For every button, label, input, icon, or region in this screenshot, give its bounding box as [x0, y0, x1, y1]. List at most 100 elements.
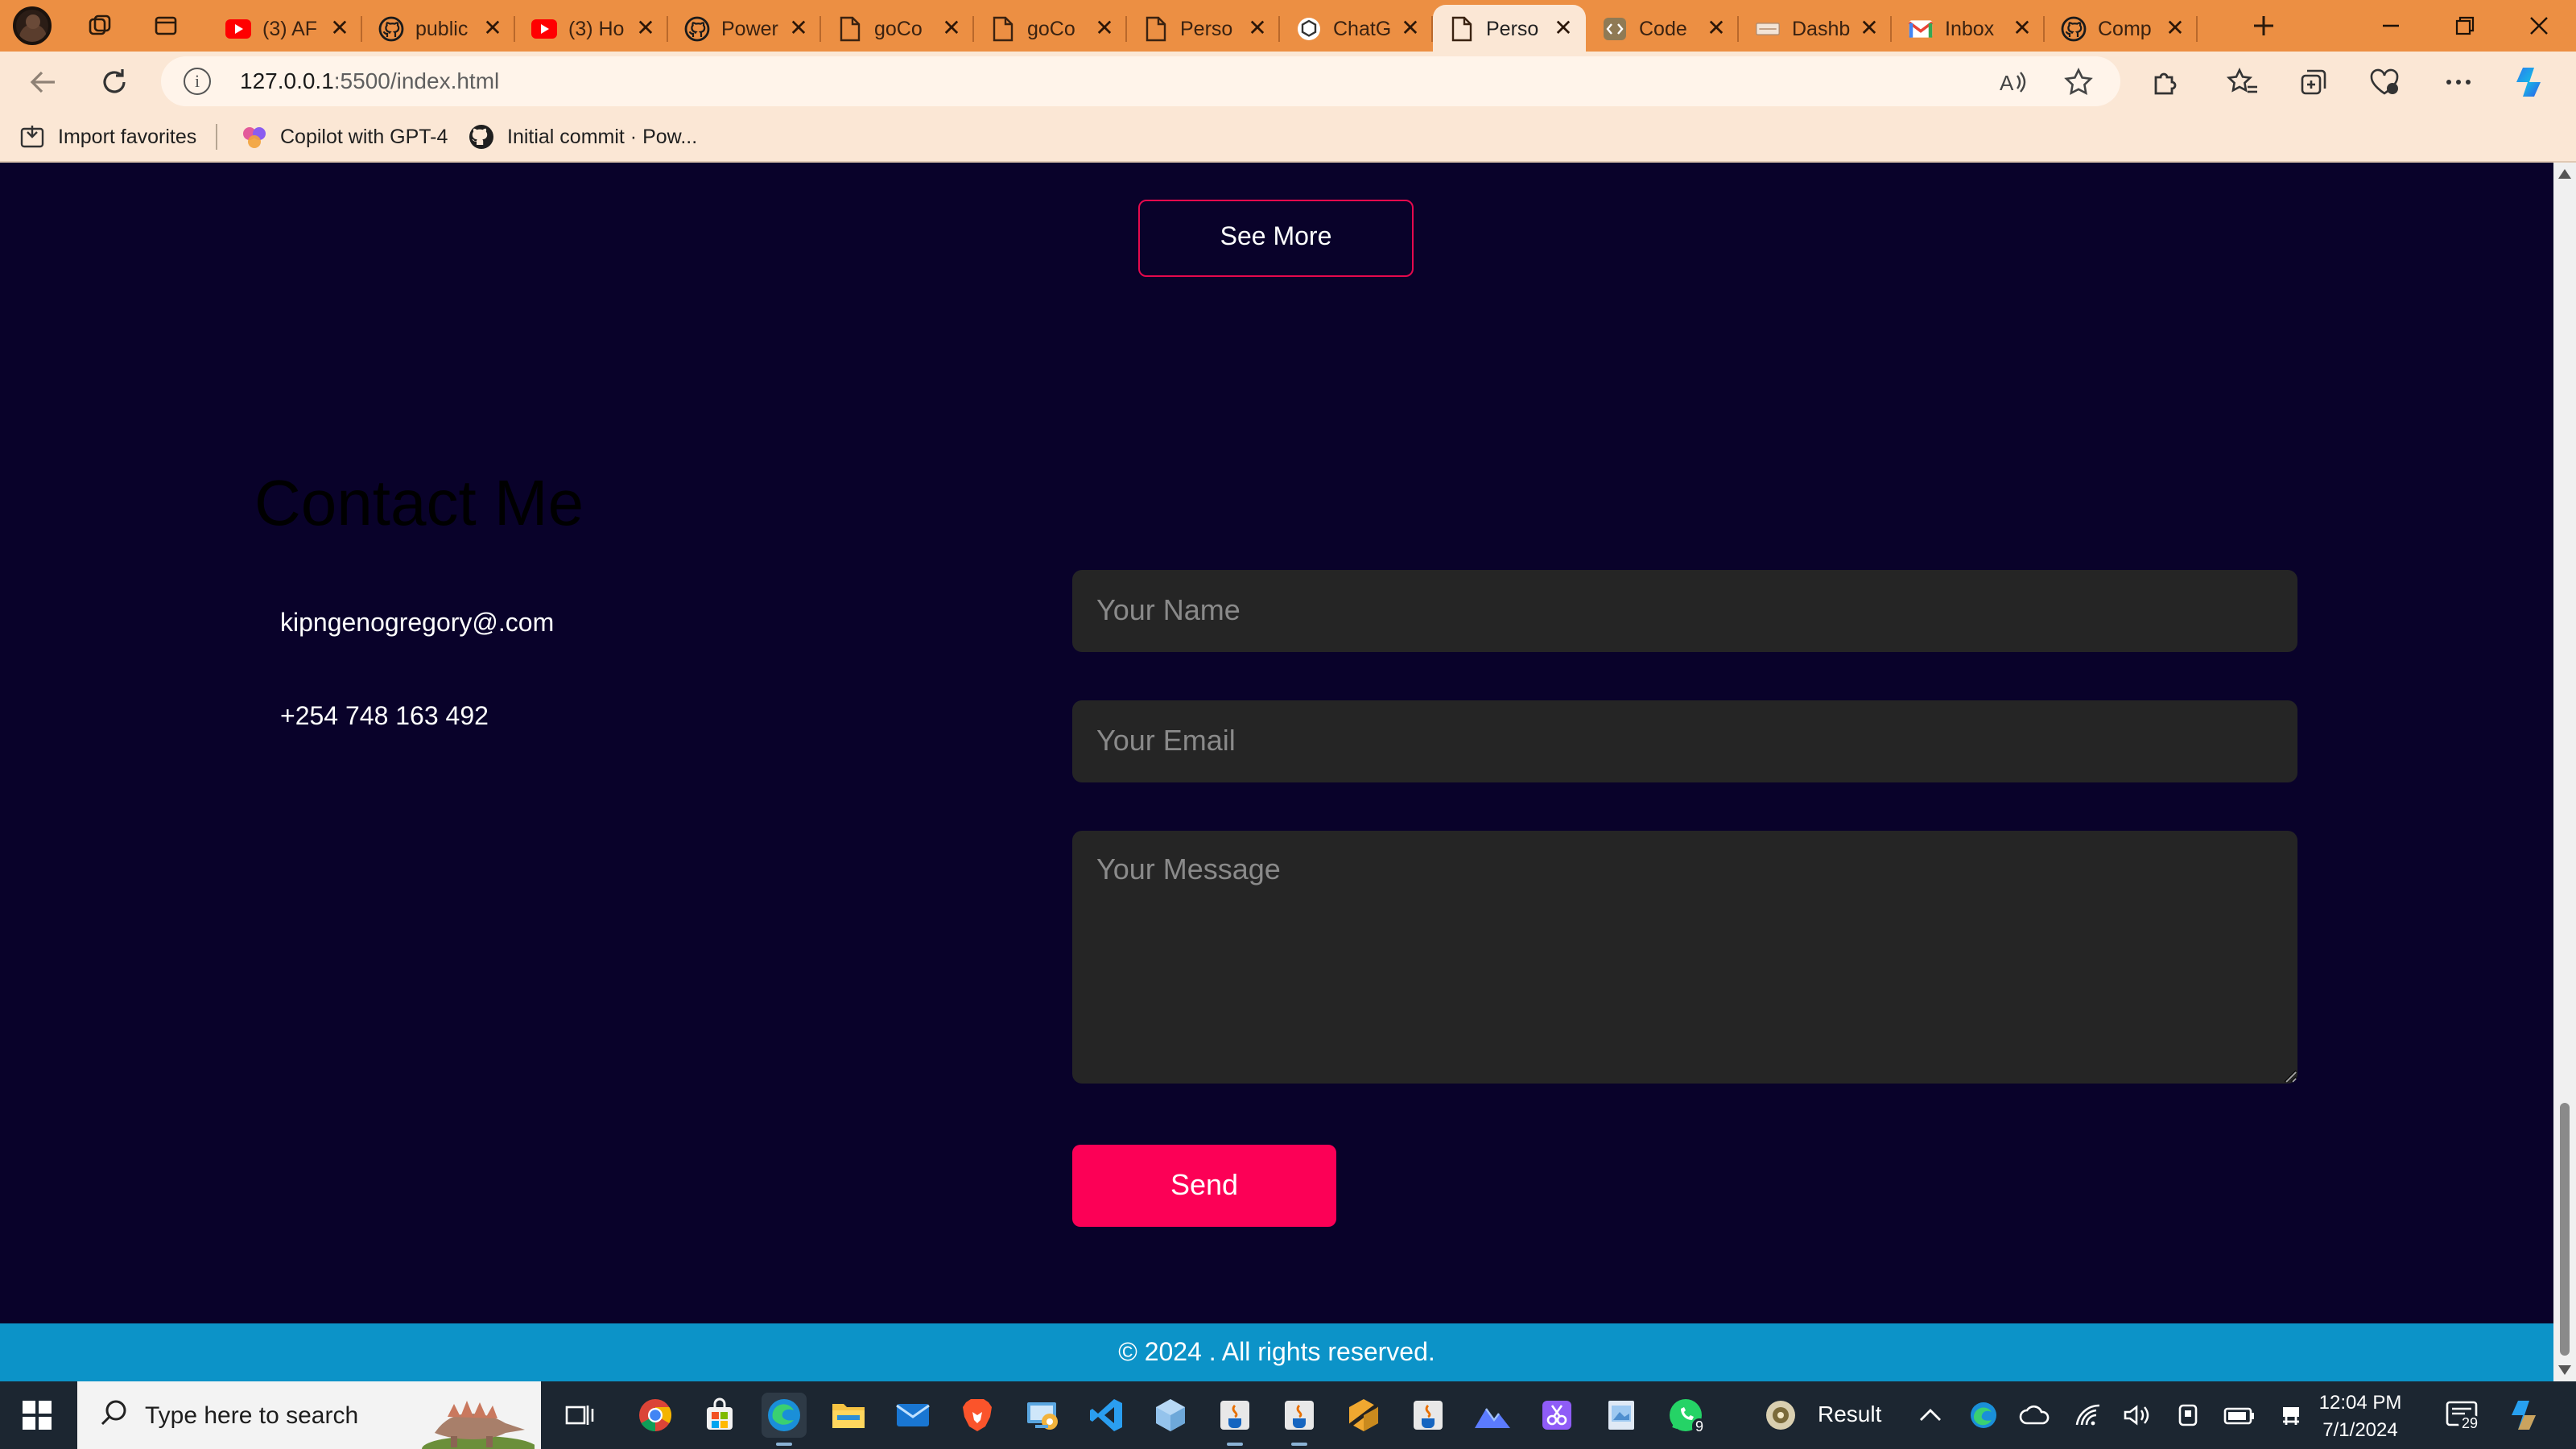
workspaces-icon[interactable]	[80, 6, 119, 45]
close-tab-icon[interactable]: ✕	[1397, 14, 1423, 42]
address-bar[interactable]: i 127.0.0.1:5500/index.html A	[161, 56, 2120, 106]
svg-text:A: A	[2000, 71, 2014, 95]
start-button[interactable]	[23, 1401, 52, 1430]
photos-icon[interactable]	[1470, 1393, 1515, 1438]
restore-button[interactable]	[2428, 0, 2502, 52]
volume-icon[interactable]	[2114, 1393, 2159, 1438]
send-button[interactable]: Send	[1072, 1145, 1336, 1227]
mail-icon[interactable]	[890, 1393, 935, 1438]
edge-icon[interactable]	[762, 1393, 807, 1446]
close-tab-icon[interactable]: ✕	[786, 14, 811, 42]
tab-label: Inbox	[1945, 17, 1995, 39]
paint-icon[interactable]	[1599, 1393, 1644, 1438]
close-tab-icon[interactable]: ✕	[633, 14, 658, 42]
task-view-icon[interactable]	[557, 1393, 602, 1438]
browser-tab[interactable]: Dashb ✕	[1739, 5, 1892, 52]
copilot-taskbar-icon[interactable]	[2502, 1393, 2547, 1438]
edge-tray-icon[interactable]	[1961, 1393, 2006, 1438]
browser-tab[interactable]: Inbox ✕	[1892, 5, 2045, 52]
3d-viewer-icon[interactable]	[1148, 1393, 1193, 1438]
file-explorer-icon[interactable]	[826, 1393, 871, 1438]
close-tab-icon[interactable]: ✕	[1550, 14, 1576, 42]
email-input[interactable]	[1072, 700, 2297, 782]
close-tab-icon[interactable]: ✕	[939, 14, 964, 42]
initial-commit-label: Initial commit · Pow...	[507, 126, 698, 148]
close-tab-icon[interactable]: ✕	[1856, 14, 1882, 42]
initial-commit-link[interactable]: Initial commit · Pow...	[469, 121, 697, 153]
close-tab-icon[interactable]: ✕	[1092, 14, 1117, 42]
close-tab-icon[interactable]: ✕	[2009, 14, 2035, 42]
browser-tab[interactable]: goCo ✕	[821, 5, 974, 52]
java-icon-2[interactable]	[1277, 1393, 1322, 1446]
clock-time: 12:04 PM	[2318, 1391, 2402, 1414]
scrollbar-thumb[interactable]	[2560, 1103, 2570, 1356]
browser-tab[interactable]: goCo ✕	[974, 5, 1127, 52]
chrome-icon[interactable]	[633, 1393, 678, 1438]
onedrive-icon[interactable]	[2013, 1393, 2058, 1438]
browser-essentials-icon[interactable]	[2363, 61, 2405, 103]
code-icon	[1602, 15, 1628, 41]
close-tab-icon[interactable]: ✕	[327, 14, 353, 42]
brave-icon[interactable]	[955, 1393, 1000, 1438]
browser-tab[interactable]: public ✕	[362, 5, 515, 52]
running-indicator	[1227, 1443, 1243, 1446]
favorites-icon[interactable]	[2222, 61, 2264, 103]
browser-tab[interactable]: Comp ✕	[2045, 5, 2198, 52]
browser-tab[interactable]: Code ✕	[1586, 5, 1739, 52]
close-tab-icon[interactable]: ✕	[1245, 14, 1270, 42]
vscode-icon[interactable]	[1084, 1393, 1129, 1438]
close-tab-icon[interactable]: ✕	[1703, 14, 1729, 42]
scroll-down-icon[interactable]	[2558, 1365, 2571, 1375]
browser-tab-active[interactable]: Perso ✕	[1433, 5, 1586, 52]
java-icon-1[interactable]	[1212, 1393, 1257, 1446]
close-window-button[interactable]	[2502, 0, 2576, 52]
see-more-button[interactable]: See More	[1138, 200, 1414, 277]
extensions-icon[interactable]	[2145, 61, 2186, 103]
meet-now-icon[interactable]	[2165, 1393, 2211, 1438]
wifi-icon[interactable]	[2066, 1393, 2111, 1438]
copilot-favorite-link[interactable]: Copilot with GPT-4	[242, 121, 448, 153]
microsoft-store-icon[interactable]	[697, 1393, 742, 1438]
browser-tab[interactable]: (3) AF ✕	[209, 5, 362, 52]
import-favorites-link[interactable]: Import favorites	[19, 121, 196, 153]
favorite-star-icon[interactable]	[2058, 61, 2099, 103]
scroll-up-icon[interactable]	[2558, 169, 2571, 179]
whatsapp-icon[interactable]: 9	[1663, 1393, 1708, 1438]
control-panel-icon[interactable]	[1019, 1393, 1064, 1438]
taskbar-search[interactable]: Type here to search	[77, 1381, 541, 1449]
browser-tab[interactable]: Power ✕	[668, 5, 821, 52]
site-info-icon[interactable]: i	[184, 68, 211, 95]
copilot-icon[interactable]	[2508, 61, 2550, 103]
refresh-button[interactable]	[93, 61, 135, 103]
show-hidden-icons-icon[interactable]	[1908, 1393, 1953, 1438]
message-textarea[interactable]	[1072, 831, 2297, 1084]
url-text[interactable]: 127.0.0.1:5500/index.html	[240, 68, 499, 93]
name-input[interactable]	[1072, 570, 2297, 652]
tab-actions-icon[interactable]	[147, 6, 185, 45]
page-icon	[1143, 15, 1169, 41]
page-scrollbar[interactable]	[2553, 163, 2576, 1381]
notifications-icon[interactable]: 29	[2439, 1393, 2484, 1438]
back-button[interactable]	[23, 61, 64, 103]
close-tab-icon[interactable]: ✕	[480, 14, 506, 42]
tab-label: goCo	[874, 17, 923, 39]
browser-tab[interactable]: (3) Ho ✕	[515, 5, 668, 52]
profile-avatar[interactable]	[13, 6, 52, 45]
system-clock[interactable]: 12:04 PM 7/1/2024	[2312, 1389, 2409, 1444]
browser-tab[interactable]: ChatG ✕	[1280, 5, 1433, 52]
battery-icon[interactable]	[2217, 1393, 2262, 1438]
netbeans-icon[interactable]	[1341, 1393, 1386, 1438]
browser-tab[interactable]: Perso ✕	[1127, 5, 1280, 52]
settings-more-icon[interactable]	[2438, 61, 2479, 103]
browser-tab-bar: (3) AF ✕ public ✕ (3) Ho ✕ Power ✕ goCo ✕ goCo ✕ Per…	[0, 0, 2576, 52]
close-tab-icon[interactable]: ✕	[2162, 14, 2188, 42]
result-app-icon[interactable]	[1758, 1393, 1803, 1438]
java-icon-3[interactable]	[1406, 1393, 1451, 1438]
new-tab-button[interactable]	[2244, 6, 2283, 45]
read-aloud-icon[interactable]: A	[1993, 61, 2035, 103]
language-icon[interactable]	[2268, 1393, 2314, 1438]
snipping-tool-icon[interactable]	[1534, 1393, 1579, 1438]
running-indicator	[1291, 1443, 1307, 1446]
collections-icon[interactable]	[2293, 61, 2334, 103]
minimize-button[interactable]	[2354, 0, 2428, 52]
